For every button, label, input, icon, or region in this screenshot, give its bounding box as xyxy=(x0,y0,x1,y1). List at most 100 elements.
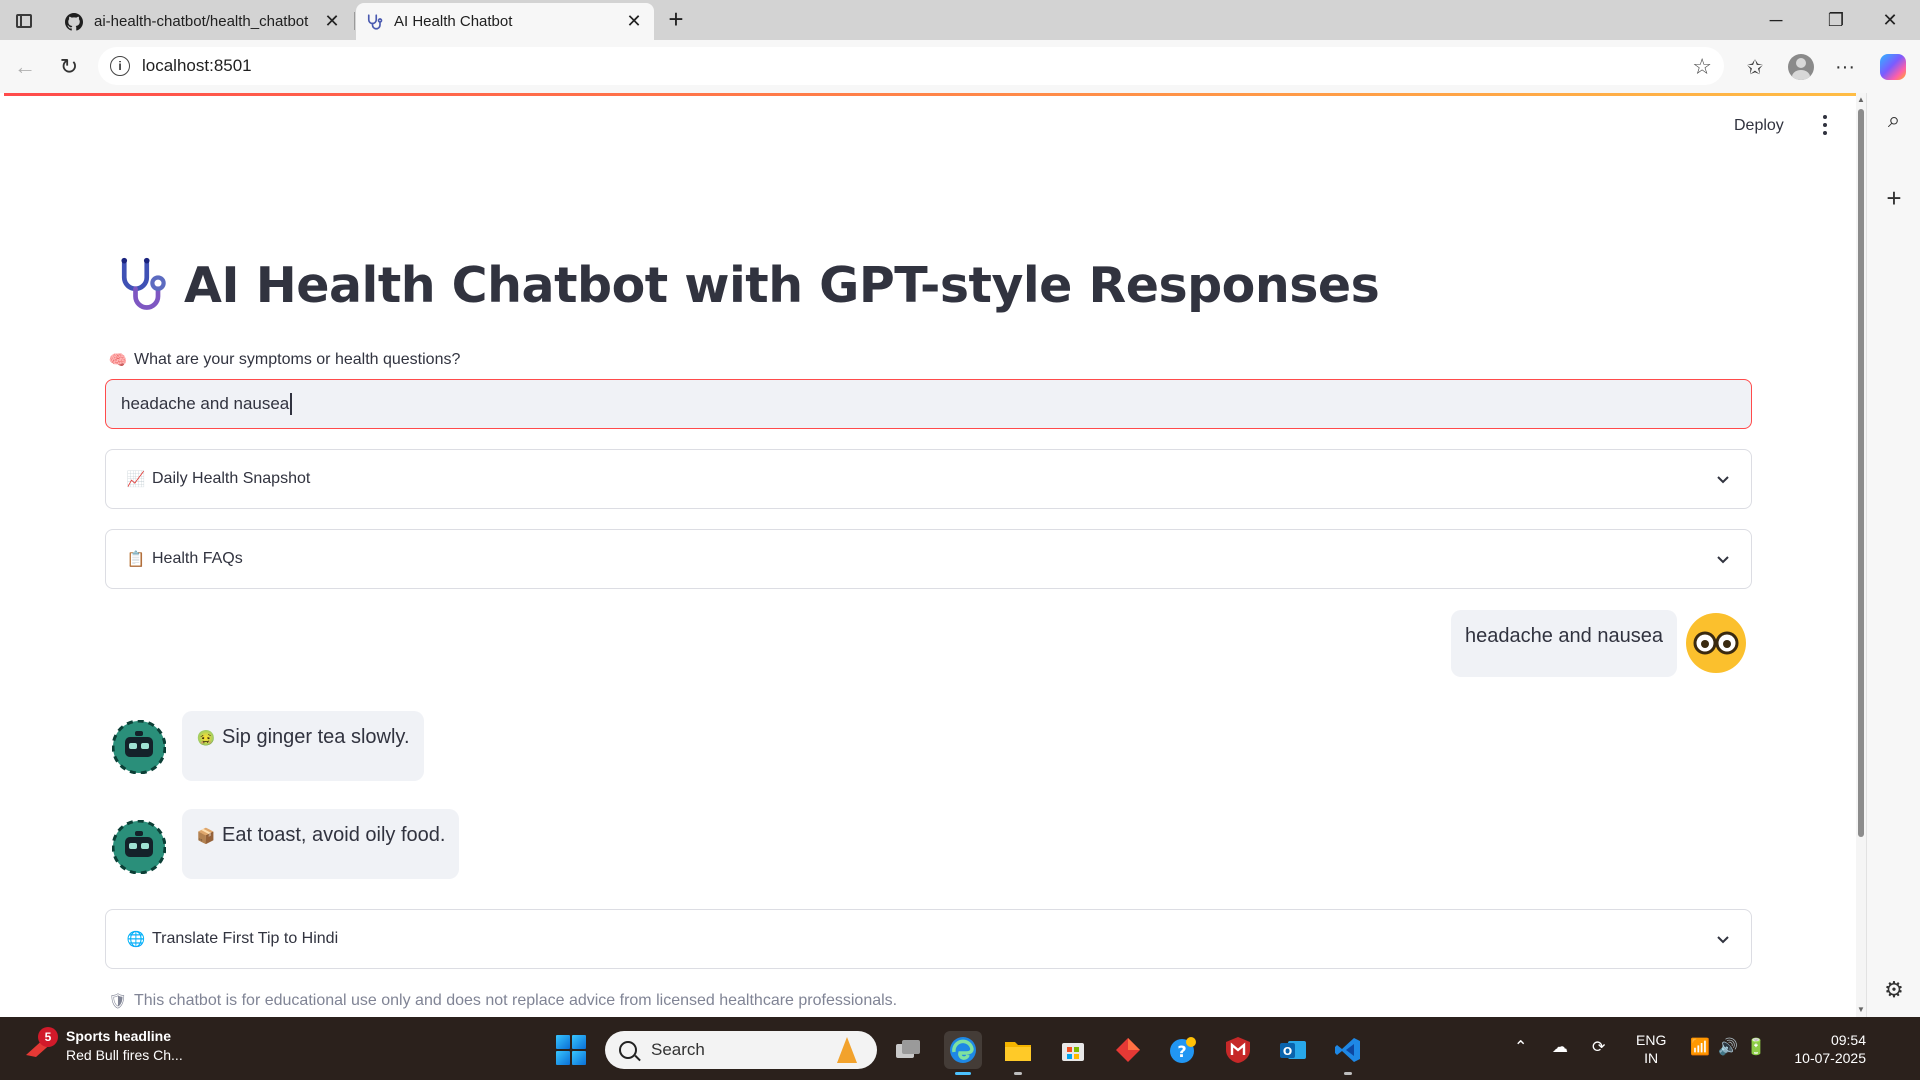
back-icon[interactable]: ← xyxy=(10,52,40,82)
header-decoration xyxy=(4,93,1856,96)
app-title: AI Health Chatbot with GPT-style Respons… xyxy=(184,256,1380,314)
address-toolbar: ← ↻ i localhost:8501 ☆ ✩ ··· xyxy=(0,40,1920,93)
clock-date: 10-07-2025 xyxy=(1794,1050,1866,1066)
news-widget[interactable]: 5 Sports headline Red Bull fires Ch... xyxy=(24,1027,183,1065)
page-scrollbar[interactable]: ▲ ▼ xyxy=(1856,93,1866,1017)
input-language[interactable]: ENG IN xyxy=(1636,1031,1666,1067)
browser-tab-bar: ai-health-chatbot/health_chatbot ✕ AI He… xyxy=(0,0,1920,40)
expander-daily-health-snapshot[interactable]: 📈 Daily Health Snapshot xyxy=(105,449,1752,509)
wifi-icon[interactable]: 📶 xyxy=(1690,1037,1710,1057)
text-caret xyxy=(290,393,292,415)
windows-start-icon[interactable] xyxy=(556,1035,586,1065)
chevron-down-icon xyxy=(1717,556,1729,564)
address-bar[interactable]: i localhost:8501 ☆ xyxy=(98,47,1724,85)
page-title: AI Health Chatbot with GPT-style Respons… xyxy=(112,255,1380,315)
tab-title: ai-health-chatbot/health_chatbot xyxy=(94,13,309,30)
edge-sidebar: ⌕ + ⚙ xyxy=(1866,93,1920,1017)
search-icon[interactable]: ⌕ xyxy=(1879,105,1909,135)
main-menu-icon[interactable] xyxy=(1819,113,1831,137)
sync-icon[interactable]: ⟳ xyxy=(1592,1037,1605,1057)
profile-icon[interactable] xyxy=(1786,52,1816,82)
settings-gear-icon[interactable]: ⚙ xyxy=(1879,975,1909,1005)
windows-taskbar: 5 Sports headline Red Bull fires Ch... S… xyxy=(0,1017,1920,1080)
symptom-input-value: headache and nausea xyxy=(121,394,290,413)
favorite-star-icon[interactable]: ☆ xyxy=(1692,54,1712,80)
mcafee-icon[interactable] xyxy=(1219,1031,1257,1069)
taskbar-search-placeholder: Search xyxy=(651,1040,705,1059)
tab-github[interactable]: ai-health-chatbot/health_chatbot ✕ xyxy=(56,3,352,40)
onedrive-warning-icon[interactable]: ☁ xyxy=(1552,1037,1568,1057)
user-message: headache and nausea xyxy=(1451,610,1677,677)
restore-icon[interactable]: ❐ xyxy=(1806,0,1866,40)
scroll-down-icon[interactable]: ▼ xyxy=(1856,1005,1866,1015)
assistant-message: 📦 Eat toast, avoid oily food. xyxy=(182,809,460,879)
region-code: IN xyxy=(1644,1050,1659,1066)
vscode-icon[interactable] xyxy=(1329,1031,1367,1075)
minimize-icon[interactable]: ─ xyxy=(1746,0,1806,40)
glasses-icon xyxy=(1693,631,1739,655)
site-info-icon[interactable]: i xyxy=(110,56,130,76)
clock-time: 09:54 xyxy=(1830,1032,1866,1048)
tab-actions-icon[interactable] xyxy=(12,10,36,32)
close-tab-icon[interactable]: ✕ xyxy=(622,10,646,34)
stethoscope-icon xyxy=(121,257,166,310)
svg-text:?: ? xyxy=(1177,1042,1186,1061)
disclaimer: 🛡 This chatbot is for educational use on… xyxy=(108,991,897,1011)
show-hidden-icons-icon[interactable]: ⌃ xyxy=(1514,1037,1527,1057)
tab-ai-health-chatbot[interactable]: AI Health Chatbot ✕ xyxy=(356,3,654,40)
chevron-down-icon xyxy=(1717,936,1729,944)
symptom-input[interactable]: headache and nausea xyxy=(105,379,1752,429)
close-window-icon[interactable]: ✕ xyxy=(1860,0,1920,40)
microsoft-store-icon[interactable] xyxy=(1054,1031,1092,1069)
url-text: localhost:8501 xyxy=(142,56,252,75)
input-label-text: What are your symptoms or health questio… xyxy=(134,351,461,368)
stethoscope-icon xyxy=(364,12,384,32)
shield-icon: 🛡 xyxy=(108,993,128,1010)
add-icon[interactable]: + xyxy=(1879,183,1909,213)
news-badge: 5 xyxy=(38,1027,58,1047)
expander-health-faqs[interactable]: 📋 Health FAQs xyxy=(105,529,1752,589)
chevron-down-icon xyxy=(1717,476,1729,484)
new-tab-button[interactable]: + xyxy=(662,6,690,34)
language-code: ENG xyxy=(1636,1032,1667,1048)
chart-increasing-icon: 📈 xyxy=(126,471,146,488)
red-diamond-app-icon[interactable] xyxy=(1109,1031,1147,1069)
nerd-face-avatar-icon xyxy=(1686,613,1746,673)
tab-title: AI Health Chatbot xyxy=(394,13,513,30)
clipboard-icon: 📋 xyxy=(126,551,146,568)
system-clock[interactable]: 09:54 10-07-2025 xyxy=(1786,1031,1866,1067)
search-highlight-icon xyxy=(837,1037,857,1063)
brain-icon: 🧠 xyxy=(108,352,128,369)
refresh-icon[interactable]: ↻ xyxy=(54,52,84,82)
expander-translate-hindi[interactable]: 🌐 Translate First Tip to Hindi xyxy=(105,909,1752,969)
expander-label: Translate First Tip to Hindi xyxy=(152,930,339,947)
battery-icon[interactable]: 🔋 xyxy=(1746,1037,1766,1057)
volume-icon[interactable]: 🔊 xyxy=(1718,1037,1738,1057)
edge-browser-icon[interactable] xyxy=(944,1031,982,1075)
news-headline: Sports headline xyxy=(66,1028,172,1044)
help-icon[interactable]: ? xyxy=(1164,1031,1202,1069)
scrollbar-thumb[interactable] xyxy=(1858,109,1864,837)
copilot-icon[interactable] xyxy=(1878,52,1908,82)
robot-avatar-icon xyxy=(112,720,166,774)
assistant-message: 🤢 Sip ginger tea slowly. xyxy=(182,711,424,781)
search-icon xyxy=(619,1041,637,1059)
symptom-input-label: 🧠 What are your symptoms or health quest… xyxy=(108,350,461,370)
taskbar-search[interactable]: Search xyxy=(605,1031,877,1069)
disclaimer-text: This chatbot is for educational use only… xyxy=(134,992,898,1009)
scroll-up-icon[interactable]: ▲ xyxy=(1856,95,1866,105)
tab-separator xyxy=(354,12,355,30)
more-options-icon[interactable]: ··· xyxy=(1830,52,1860,82)
close-tab-icon[interactable]: ✕ xyxy=(320,10,344,34)
robot-avatar-icon xyxy=(112,820,166,874)
assistant-message-text: Sip ginger tea slowly. xyxy=(222,726,410,748)
task-view-icon[interactable] xyxy=(889,1031,927,1069)
github-icon xyxy=(64,12,84,32)
expander-label: Daily Health Snapshot xyxy=(152,470,311,487)
outlook-icon[interactable]: O xyxy=(1274,1031,1312,1069)
deploy-button[interactable]: Deploy xyxy=(1734,117,1784,135)
svg-text:O: O xyxy=(1283,1045,1292,1058)
favorites-icon[interactable]: ✩ xyxy=(1740,52,1770,82)
globe-icon: 🌐 xyxy=(126,931,146,948)
file-explorer-icon[interactable] xyxy=(999,1031,1037,1075)
